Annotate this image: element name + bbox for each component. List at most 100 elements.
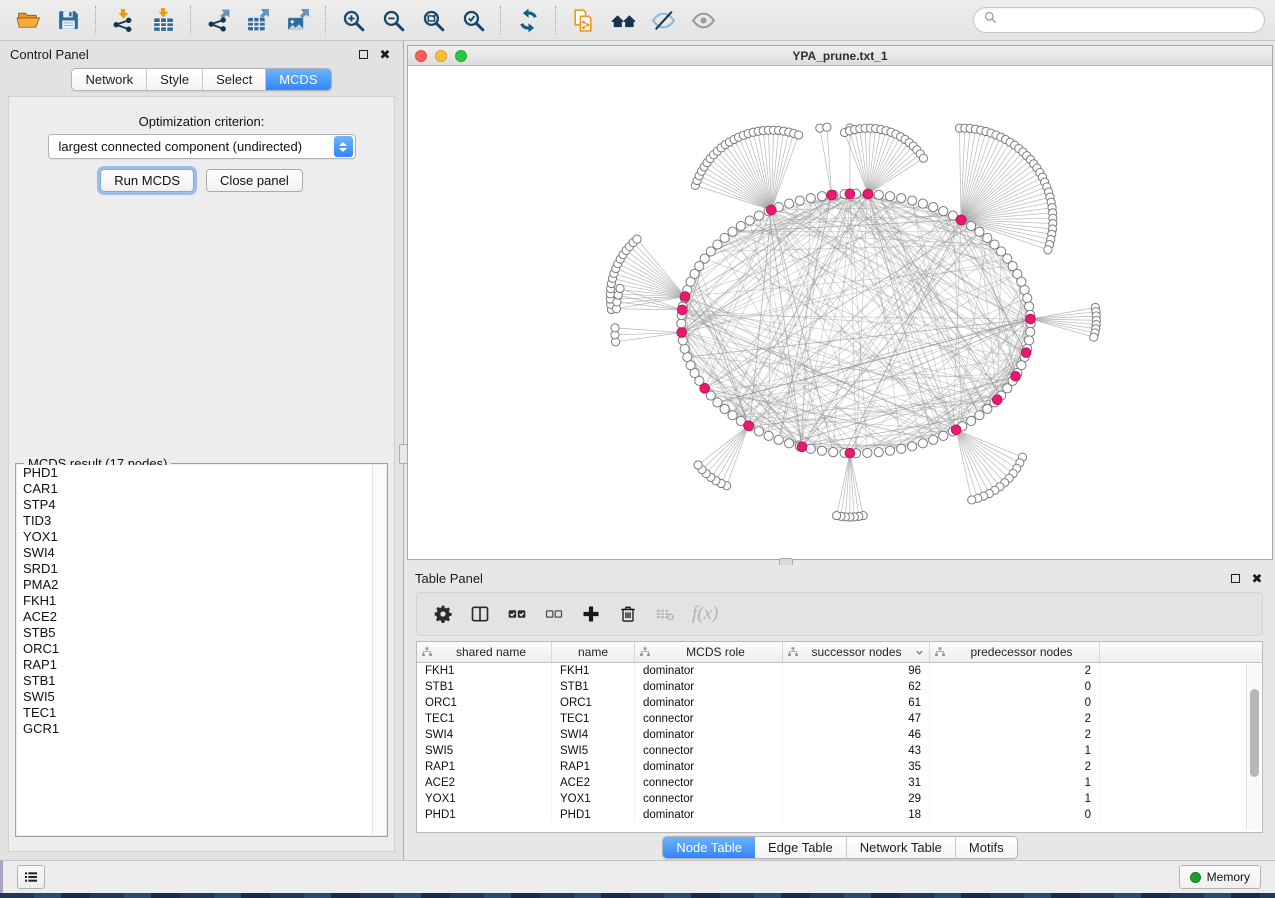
column-header-successor-nodes[interactable]: successor nodes xyxy=(783,642,930,662)
mcds-result-item[interactable]: SWI5 xyxy=(17,689,386,705)
table-cell[interactable]: 96 xyxy=(783,663,930,679)
mcds-result-item[interactable]: ORC1 xyxy=(17,641,386,657)
minimize-window-button[interactable] xyxy=(435,50,447,62)
table-cell[interactable]: dominator xyxy=(635,695,783,711)
table-cell[interactable]: STB1 xyxy=(552,679,635,695)
table-cell[interactable]: STB1 xyxy=(417,679,552,695)
table-cell[interactable]: 29 xyxy=(783,791,930,807)
table-cell[interactable]: 1 xyxy=(930,775,1100,791)
add-column-icon[interactable] xyxy=(581,604,601,624)
table-cell[interactable]: ORC1 xyxy=(552,695,635,711)
close-table-panel-icon[interactable]: ✖ xyxy=(1249,571,1265,587)
criterion-dropdown[interactable]: largest connected component (undirected) xyxy=(48,134,356,159)
table-cell[interactable]: SWI4 xyxy=(417,727,552,743)
table-cell[interactable]: 18 xyxy=(783,807,930,823)
table-cell[interactable]: YOX1 xyxy=(417,791,552,807)
zoom-selected-icon[interactable] xyxy=(455,4,491,36)
table-row[interactable]: ACE2ACE2connector311 xyxy=(417,775,1262,791)
zoom-in-icon[interactable] xyxy=(335,4,371,36)
table-cell[interactable]: dominator xyxy=(635,807,783,823)
table-cell[interactable]: 0 xyxy=(930,679,1100,695)
table-scrollbar-thumb[interactable] xyxy=(1250,689,1259,777)
close-panel-button[interactable]: Close panel xyxy=(206,169,303,192)
table-row[interactable]: FKH1FKH1dominator962 xyxy=(417,663,1262,679)
table-cell[interactable]: FKH1 xyxy=(552,663,635,679)
table-cell[interactable]: connector xyxy=(635,775,783,791)
table-cell[interactable]: RAP1 xyxy=(552,759,635,775)
table-cell[interactable]: 61 xyxy=(783,695,930,711)
table-scrollbar[interactable] xyxy=(1246,664,1261,830)
table-cell[interactable]: 0 xyxy=(930,807,1100,823)
table-cell[interactable]: SWI5 xyxy=(417,743,552,759)
table-cell[interactable]: connector xyxy=(635,711,783,727)
tab-style[interactable]: Style xyxy=(147,69,203,90)
close-panel-icon[interactable]: ✖ xyxy=(377,47,393,63)
table-cell[interactable]: YOX1 xyxy=(552,791,635,807)
table-cell[interactable]: 46 xyxy=(783,727,930,743)
settings-gear-icon[interactable] xyxy=(433,604,453,624)
table-cell[interactable]: 35 xyxy=(783,759,930,775)
table-cell[interactable]: dominator xyxy=(635,679,783,695)
mcds-result-item[interactable]: RAP1 xyxy=(17,657,386,673)
save-icon[interactable] xyxy=(50,4,86,36)
table-cell[interactable]: 2 xyxy=(930,663,1100,679)
column-header-predecessor-nodes[interactable]: predecessor nodes xyxy=(930,642,1100,662)
network-window-titlebar[interactable]: YPA_prune.txt_1 xyxy=(408,46,1272,66)
mcds-result-item[interactable]: TID3 xyxy=(17,513,386,529)
table-row[interactable]: YOX1YOX1connector291 xyxy=(417,791,1262,807)
show-eye-icon[interactable] xyxy=(685,4,721,36)
table-row[interactable]: TEC1TEC1connector472 xyxy=(417,711,1262,727)
mcds-result-item[interactable]: STB5 xyxy=(17,625,386,641)
column-header-MCDS-role[interactable]: MCDS role xyxy=(635,642,783,662)
float-panel-icon[interactable] xyxy=(355,47,371,63)
memory-button[interactable]: Memory xyxy=(1179,865,1261,889)
float-table-panel-icon[interactable] xyxy=(1227,571,1243,587)
table-tab-edge-table[interactable]: Edge Table xyxy=(755,837,847,858)
export-table-icon[interactable] xyxy=(240,4,276,36)
maximize-window-button[interactable] xyxy=(455,50,467,62)
table-row[interactable]: SWI4SWI4dominator462 xyxy=(417,727,1262,743)
table-cell[interactable]: 0 xyxy=(930,695,1100,711)
table-cell[interactable]: 2 xyxy=(930,711,1100,727)
tab-mcds[interactable]: MCDS xyxy=(266,69,330,90)
tab-select[interactable]: Select xyxy=(203,69,266,90)
mcds-result-list[interactable]: PHD1CAR1STP4TID3YOX1SWI4SRD1PMA2FKH1ACE2… xyxy=(17,465,386,835)
table-cell[interactable]: TEC1 xyxy=(417,711,552,727)
mcds-result-item[interactable]: TEC1 xyxy=(17,705,386,721)
table-cell[interactable]: ACE2 xyxy=(552,775,635,791)
table-cell[interactable]: 47 xyxy=(783,711,930,727)
hide-eye-icon[interactable] xyxy=(645,4,681,36)
export-network-icon[interactable] xyxy=(200,4,236,36)
table-cell[interactable]: dominator xyxy=(635,663,783,679)
table-cell[interactable]: connector xyxy=(635,791,783,807)
table-row[interactable]: RAP1RAP1dominator352 xyxy=(417,759,1262,775)
table-cell[interactable]: SWI5 xyxy=(552,743,635,759)
list-scrollbar[interactable] xyxy=(372,465,386,835)
column-header-shared-name[interactable]: shared name xyxy=(417,642,552,662)
mcds-result-item[interactable]: FKH1 xyxy=(17,593,386,609)
table-cell[interactable]: 62 xyxy=(783,679,930,695)
split-columns-icon[interactable] xyxy=(470,604,490,624)
table-row[interactable]: STB1STB1dominator620 xyxy=(417,679,1262,695)
search-input[interactable] xyxy=(1004,13,1255,28)
deselect-all-checkboxes-icon[interactable] xyxy=(544,604,564,624)
zoom-out-icon[interactable] xyxy=(375,4,411,36)
table-tab-network-table[interactable]: Network Table xyxy=(847,837,956,858)
delete-column-icon[interactable] xyxy=(618,604,638,624)
table-cell[interactable]: RAP1 xyxy=(417,759,552,775)
mcds-result-item[interactable]: ACE2 xyxy=(17,609,386,625)
run-mcds-button[interactable]: Run MCDS xyxy=(100,169,194,192)
panel-list-button[interactable] xyxy=(17,865,45,889)
network-graph-canvas[interactable] xyxy=(408,66,1272,559)
home-pair-icon[interactable] xyxy=(605,4,641,36)
table-cell[interactable]: FKH1 xyxy=(417,663,552,679)
table-cell[interactable]: 2 xyxy=(930,759,1100,775)
table-cell[interactable]: 2 xyxy=(930,727,1100,743)
import-network-icon[interactable] xyxy=(105,4,141,36)
table-cell[interactable]: dominator xyxy=(635,759,783,775)
table-row[interactable]: PHD1PHD1dominator180 xyxy=(417,807,1262,823)
table-cell[interactable]: PHD1 xyxy=(417,807,552,823)
export-image-icon[interactable] xyxy=(280,4,316,36)
table-cell[interactable]: 31 xyxy=(783,775,930,791)
duplicate-network-icon[interactable] xyxy=(565,4,601,36)
